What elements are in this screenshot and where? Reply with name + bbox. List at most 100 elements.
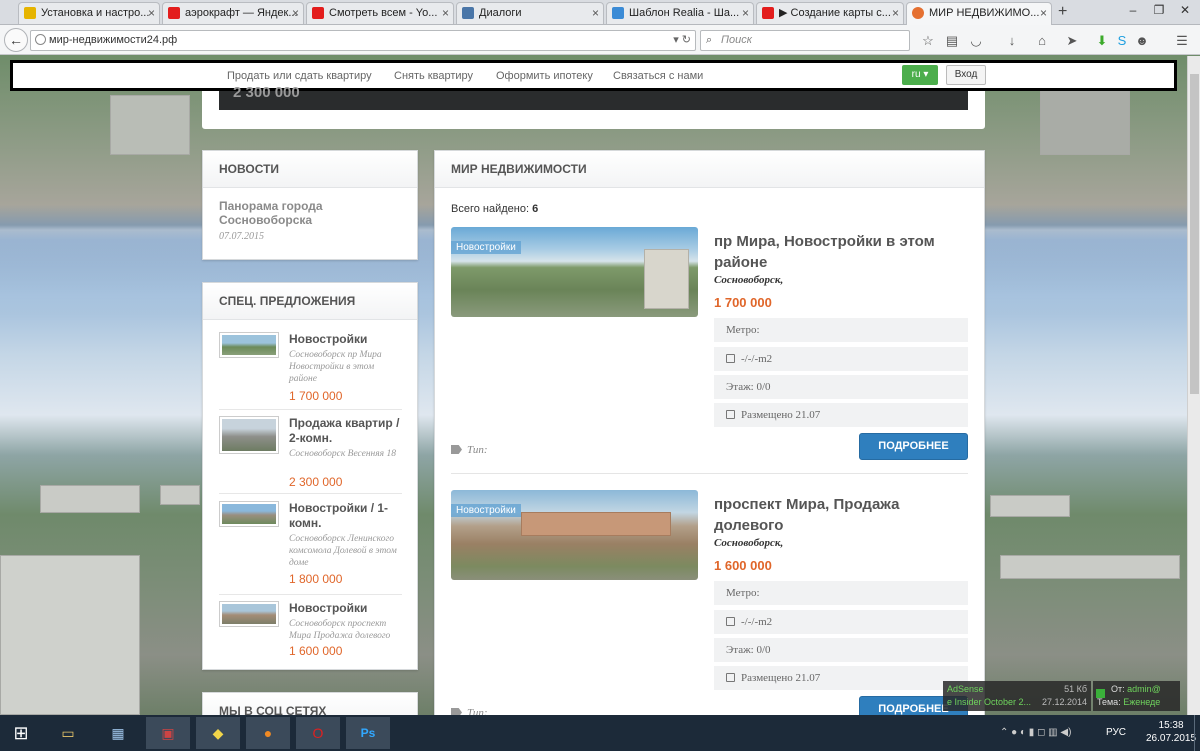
close-tab-icon[interactable]: × bbox=[1040, 3, 1047, 23]
listing-posted: Размещено 21.07 bbox=[714, 666, 968, 690]
special-offer-item[interactable]: Новостройки / 1-комн. Сосновоборск Ленин… bbox=[219, 501, 402, 595]
browser-tab-active[interactable]: МИР НЕДВИЖИМО... × bbox=[906, 2, 1052, 25]
offer-title[interactable]: Новостройки / 1-комн. bbox=[289, 501, 404, 531]
notification-line-1: AdSense 51 Кб bbox=[947, 683, 1087, 696]
offer-thumbnail[interactable] bbox=[219, 501, 279, 527]
new-tab-icon[interactable]: + bbox=[1058, 3, 1067, 21]
download-green-icon[interactable]: ⬇ bbox=[1094, 33, 1110, 49]
offer-thumbnail[interactable] bbox=[219, 332, 279, 358]
reload-icon[interactable]: ▾ ↻ bbox=[673, 31, 691, 50]
maximize-icon[interactable]: ❐ bbox=[1146, 0, 1172, 20]
back-arrow-icon[interactable]: ← bbox=[4, 28, 28, 52]
photoshop-icon[interactable]: Ps bbox=[346, 717, 390, 749]
language-dropdown[interactable]: ru ▾ bbox=[902, 65, 938, 85]
nav-link-rent[interactable]: Снять квартиру bbox=[394, 68, 473, 84]
file-explorer-icon[interactable]: ▭ bbox=[46, 717, 90, 749]
listing-price: 1 700 000 bbox=[714, 295, 772, 310]
star-icon[interactable]: ☆ bbox=[920, 33, 936, 49]
close-tab-icon[interactable]: × bbox=[292, 3, 299, 23]
calculator-icon[interactable]: ▦ bbox=[96, 717, 140, 749]
offer-price: 1 600 000 bbox=[289, 644, 343, 658]
clock[interactable]: 15:38 26.07.2015 bbox=[1146, 719, 1196, 745]
search-input[interactable]: ⌕ Поиск bbox=[700, 30, 910, 51]
news-item-title[interactable]: Панорама города Сосновоборска bbox=[219, 199, 399, 227]
close-tab-icon[interactable]: × bbox=[148, 3, 155, 23]
area-value: -/-/-m2 bbox=[741, 353, 773, 365]
listing-photo[interactable]: Новостройки bbox=[451, 227, 698, 317]
notification-line-2: e Insider October 2... 27.12.2014 bbox=[947, 696, 1087, 709]
close-window-icon[interactable]: ✕ bbox=[1172, 0, 1198, 20]
tray-icons[interactable]: ⌃ ● ◐ ▮ ◻ ▥ ◀) bbox=[1000, 715, 1071, 751]
reading-list-icon[interactable]: ▤ bbox=[944, 33, 960, 49]
scrollbar-thumb[interactable] bbox=[1190, 74, 1199, 394]
browser-tab[interactable]: Смотреть всем - Yo... × bbox=[306, 2, 454, 24]
floppy-app-icon[interactable]: ▣ bbox=[146, 717, 190, 749]
browser-tab[interactable]: Диалоги × bbox=[456, 2, 604, 24]
opera-icon[interactable]: O bbox=[296, 717, 340, 749]
address-bar[interactable]: мир-недвижимости24.рф ▾ ↻ bbox=[30, 30, 696, 51]
special-offer-item[interactable]: Продажа квартир / 2-комн. Сосновоборск В… bbox=[219, 416, 402, 494]
offer-title[interactable]: Продажа квартир / 2-комн. bbox=[289, 416, 404, 446]
browser-tab[interactable]: ▶ Создание карты с... × bbox=[756, 2, 904, 24]
pocket-icon[interactable]: ◡ bbox=[968, 33, 984, 49]
slider-caption: 2 300 000 bbox=[219, 84, 968, 110]
firefox-icon[interactable]: ● bbox=[246, 717, 290, 749]
special-offer-item[interactable]: Новостройки Сосновоборск пр Мира Новостр… bbox=[219, 332, 402, 410]
show-desktop-button[interactable] bbox=[1194, 715, 1200, 751]
building-shape bbox=[990, 495, 1070, 517]
adsense-notification[interactable]: AdSense 51 Кб e Insider October 2... 27.12… bbox=[943, 681, 1091, 711]
nav-link-contact[interactable]: Связаться с нами bbox=[613, 68, 703, 84]
listing-photo[interactable]: Новостройки bbox=[451, 490, 698, 580]
page-scrollbar[interactable] bbox=[1187, 56, 1200, 715]
close-tab-icon[interactable]: × bbox=[892, 3, 899, 23]
posted-value: Размещено 21.07 bbox=[741, 409, 821, 421]
notification-title: AdSense bbox=[947, 684, 984, 694]
cube-icon bbox=[726, 617, 735, 626]
send-icon[interactable]: ➤ bbox=[1064, 33, 1080, 49]
batman-app-icon[interactable]: ◆ bbox=[196, 717, 240, 749]
listing-metro: Метро: bbox=[714, 581, 968, 605]
close-tab-icon[interactable]: × bbox=[442, 3, 449, 23]
notification-text: e Insider October 2... bbox=[947, 697, 1032, 707]
listing-title[interactable]: проспект Мира, Продажа долевого bbox=[714, 494, 964, 536]
browser-tab[interactable]: Установка и настро... × bbox=[18, 2, 160, 24]
skype-icon[interactable]: S bbox=[1114, 33, 1130, 49]
browser-nav-bar: ← мир-недвижимости24.рф ▾ ↻ ⌕ Поиск ☆ ▤ … bbox=[0, 25, 1200, 55]
news-item-date: 07.07.2015 bbox=[219, 231, 264, 242]
browser-tab[interactable]: аэрокрафт — Яндек... × bbox=[162, 2, 304, 24]
offer-thumbnail[interactable] bbox=[219, 601, 279, 627]
tab-favicon-icon bbox=[462, 7, 474, 19]
listing-title[interactable]: пр Мира, Новостройки в этом районе bbox=[714, 231, 964, 273]
close-tab-icon[interactable]: × bbox=[592, 3, 599, 23]
offer-thumbnail[interactable] bbox=[219, 416, 279, 454]
chat-icon[interactable]: ☻ bbox=[1134, 33, 1150, 49]
minimize-icon[interactable]: – bbox=[1120, 0, 1146, 20]
nav-link-mortgage[interactable]: Оформить ипотеку bbox=[496, 68, 593, 84]
browser-tab[interactable]: Шаблон Realia - Ша... × bbox=[606, 2, 754, 24]
nav-link-sell[interactable]: Продать или сдать квартиру bbox=[227, 68, 372, 84]
listing-posted: Размещено 21.07 bbox=[714, 403, 968, 427]
menu-icon[interactable]: ☰ bbox=[1174, 33, 1190, 49]
tab-label: Смотреть всем - Yo... bbox=[329, 7, 438, 19]
offer-title[interactable]: Новостройки bbox=[289, 601, 404, 616]
special-offer-item[interactable]: Новостройки Сосновоборск проспект Мира П… bbox=[219, 601, 402, 663]
windows-start-icon[interactable]: ⊞ bbox=[2, 717, 40, 749]
area-value: -/-/-m2 bbox=[741, 616, 773, 628]
mail-subject-row: Тема: Еженеде bbox=[1097, 696, 1176, 709]
details-button[interactable]: ПОДРОБНЕЕ bbox=[859, 433, 968, 460]
caret-down-icon: ▾ bbox=[923, 69, 929, 80]
close-tab-icon[interactable]: × bbox=[742, 3, 749, 23]
site-top-nav: Продать или сдать квартиру Снять квартир… bbox=[10, 60, 1177, 91]
building-shape bbox=[0, 555, 140, 715]
login-button[interactable]: Вход bbox=[946, 65, 986, 85]
tab-favicon-icon bbox=[612, 7, 624, 19]
download-icon[interactable]: ↓ bbox=[1004, 33, 1020, 49]
offer-description: Сосновоборск Весенняя 18 bbox=[289, 449, 396, 459]
input-language[interactable]: РУС bbox=[1106, 715, 1126, 751]
mail-notification[interactable]: От: admin@ Тема: Еженеде bbox=[1093, 681, 1180, 711]
tab-favicon-icon bbox=[24, 7, 36, 19]
offer-title[interactable]: Новостройки bbox=[289, 332, 404, 347]
home-icon[interactable]: ⌂ bbox=[1034, 33, 1050, 49]
globe-icon bbox=[35, 34, 46, 45]
subject-label: Тема: bbox=[1097, 697, 1121, 707]
